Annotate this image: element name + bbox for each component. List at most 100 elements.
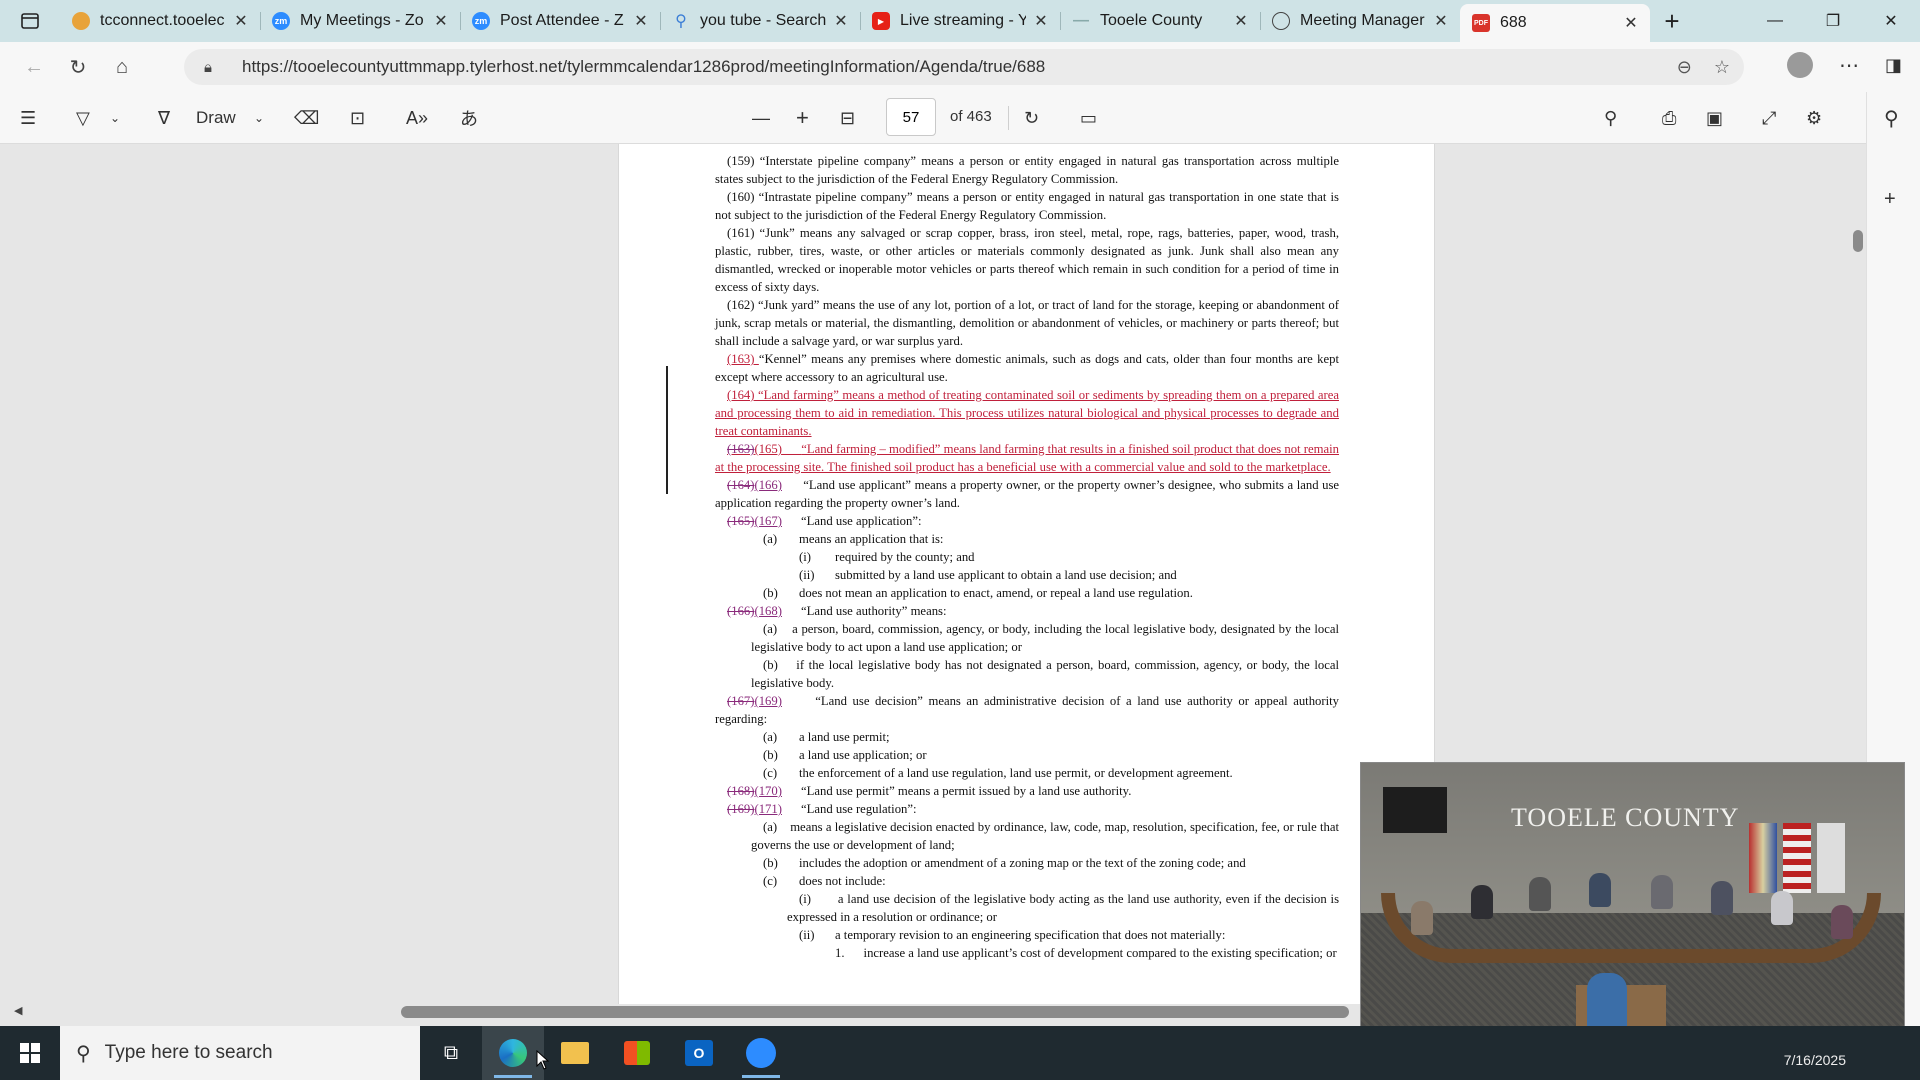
outlook-button[interactable]: O — [668, 1026, 730, 1080]
change-bar — [666, 366, 668, 494]
item-text: the enforcement of a land use regulation… — [799, 766, 1233, 780]
tab-meeting-manager[interactable]: Meeting Manager ✕ — [1260, 0, 1460, 42]
close-icon[interactable]: ✕ — [1032, 11, 1050, 31]
close-icon[interactable]: ✕ — [832, 11, 850, 31]
home-button[interactable]: ⌂ — [100, 47, 144, 87]
eraser-icon[interactable]: ⌫ — [294, 104, 319, 132]
tab-tooele-county[interactable]: — Tooele County ✕ — [1060, 0, 1260, 42]
item-label: (a) — [763, 820, 778, 834]
read-aloud-icon[interactable]: A» — [406, 104, 428, 132]
zoom-taskbar-button[interactable] — [730, 1026, 792, 1080]
tab-strip: tcconnect.tooelec ✕ zm My Meetings - Zo … — [0, 0, 1920, 42]
definition-164-inserted: (164) “Land farming” means a method of t… — [715, 388, 1339, 438]
task-view-button[interactable]: ⧉ — [420, 1026, 482, 1080]
refresh-button[interactable]: ↻ — [56, 47, 100, 87]
start-button[interactable] — [0, 1026, 60, 1080]
restore-icon[interactable]: ❐ — [1804, 0, 1862, 42]
pdf-toolbar: ☰ ▽ ⌄ ∇ Draw ⌄ ⌫ ⊡ A» あ — + ⊟ 57 of 463 … — [0, 92, 1866, 144]
fit-to-page-icon[interactable]: ⊟ — [840, 104, 855, 132]
page-number-input[interactable]: 57 — [886, 98, 936, 136]
tab-actions-button[interactable] — [0, 0, 60, 42]
item-label: (ii) — [799, 568, 815, 582]
tab-actions-icon — [21, 13, 39, 29]
settings-gear-icon[interactable]: ⚙ — [1806, 104, 1822, 132]
horizontal-scroll-thumb[interactable] — [401, 1006, 1349, 1018]
edge-browser-icon — [499, 1039, 527, 1067]
sidebar-toggle-icon[interactable]: ◨ — [1885, 55, 1902, 76]
file-explorer-button[interactable] — [544, 1026, 606, 1080]
draw-label[interactable]: Draw — [196, 104, 236, 132]
zoom-icon: zm — [272, 12, 290, 30]
item-label: (a) — [763, 622, 778, 636]
search-icon[interactable]: ⚲ — [1884, 106, 1899, 131]
vertical-scroll-thumb[interactable] — [1853, 230, 1863, 252]
chevron-down-icon[interactable]: ⌄ — [254, 104, 264, 132]
save-icon[interactable]: ▣ — [1706, 104, 1723, 132]
item-text: submitted by a land use applicant to obt… — [835, 568, 1177, 582]
zoom-in-icon[interactable]: + — [796, 104, 809, 132]
item-label: (b) — [763, 586, 778, 600]
zoom-out-icon[interactable]: ⊖ — [1677, 57, 1692, 78]
back-button[interactable]: ← — [12, 47, 56, 87]
chevron-down-icon[interactable]: ⌄ — [110, 104, 120, 132]
close-icon[interactable]: ✕ — [1432, 11, 1450, 31]
tab-live-streaming[interactable]: ▶ Live streaming - Y ✕ — [860, 0, 1060, 42]
translate-icon[interactable]: あ — [460, 104, 478, 132]
definition-text: “Land use applicant” means a property ow… — [715, 478, 1340, 510]
contents-list-icon[interactable]: ☰ — [20, 104, 36, 132]
rotate-icon[interactable]: ↻ — [1024, 104, 1039, 132]
fullscreen-icon[interactable]: ⤢ — [1762, 104, 1776, 132]
taskbar-clock-date[interactable]: 7/16/2025 — [1784, 1052, 1846, 1068]
profile-avatar[interactable] — [1786, 52, 1813, 78]
favorite-star-icon[interactable]: ☆ — [1714, 57, 1730, 78]
zoom-icon: zm — [472, 12, 490, 30]
taskbar-search-input[interactable]: ⚲ Type here to search — [60, 1026, 420, 1080]
tab-my-meetings[interactable]: zm My Meetings - Zo ✕ — [260, 0, 460, 42]
tab-youtube-search[interactable]: ⚲ you tube - Search ✕ — [660, 0, 860, 42]
close-window-icon[interactable]: ✕ — [1862, 0, 1920, 42]
close-icon[interactable]: ✕ — [1622, 13, 1640, 33]
search-icon[interactable]: ⚲ — [1604, 104, 1617, 132]
video-person — [1831, 905, 1853, 939]
page-total: of 463 — [950, 108, 992, 125]
address-input[interactable]: 🔒︎ https://tooelecountyuttmmapp.tylerhos… — [184, 49, 1744, 85]
tab-post-attendee[interactable]: zm Post Attendee - Z ✕ — [460, 0, 660, 42]
home-icon: ⌂ — [115, 55, 129, 78]
close-icon[interactable]: ✕ — [1232, 11, 1250, 31]
lock-icon[interactable]: 🔒︎ — [204, 59, 224, 76]
globe-icon — [1272, 12, 1290, 30]
meeting-video-overlay[interactable]: TOOELE COUNTY — [1360, 762, 1905, 1058]
print-icon[interactable]: ⎙ — [1662, 104, 1676, 132]
tab-tcconnect[interactable]: tcconnect.tooelec ✕ — [60, 0, 260, 42]
refresh-icon: ↻ — [69, 56, 87, 79]
store-button[interactable] — [606, 1026, 668, 1080]
close-icon[interactable]: ✕ — [432, 11, 450, 31]
draw-pen-icon[interactable]: ∇ — [158, 104, 170, 132]
highlight-icon[interactable]: ▽ — [76, 104, 90, 132]
new-tab-button[interactable]: + — [1650, 0, 1694, 42]
list-item: (a) means a legislative decision enacted… — [715, 818, 1339, 854]
tab-688[interactable]: PDF 688 ✕ — [1460, 4, 1650, 42]
text-box-icon[interactable]: ⊡ — [350, 104, 365, 132]
zoom-out-icon[interactable]: — — [752, 104, 770, 132]
definition-text: “Land use regulation”: — [801, 802, 917, 816]
definition-text: “Land use decision” means an administrat… — [715, 694, 1340, 726]
more-options-icon[interactable]: ⋯ — [1839, 53, 1859, 78]
mouse-cursor-icon — [536, 1050, 550, 1070]
list-item: (c) the enforcement of a land use regulat… — [715, 764, 1339, 782]
definition-161: (161) “Junk” means any salvaged or scrap… — [715, 226, 1339, 294]
minimize-icon[interactable]: — — [1746, 0, 1804, 42]
add-icon[interactable]: + — [1884, 188, 1896, 211]
close-icon[interactable]: ✕ — [232, 11, 250, 31]
flag-shape — [1783, 823, 1811, 893]
scroll-left-arrow-icon[interactable]: ◀ — [14, 1004, 22, 1017]
definition-160: (160) “Intrastate pipeline company” mean… — [715, 190, 1339, 222]
pin-icon — [72, 12, 90, 30]
definition-169: (167)(169) “Land use decision” means an … — [715, 692, 1339, 728]
list-item: (b) if the local legislative body has no… — [715, 656, 1339, 692]
page-view-icon[interactable]: ▭ — [1080, 104, 1097, 132]
inserted-number: (167) — [754, 514, 782, 528]
edge-taskbar-button[interactable] — [482, 1026, 544, 1080]
item-text: a temporary revision to an engineering s… — [835, 928, 1226, 942]
close-icon[interactable]: ✕ — [632, 11, 650, 31]
